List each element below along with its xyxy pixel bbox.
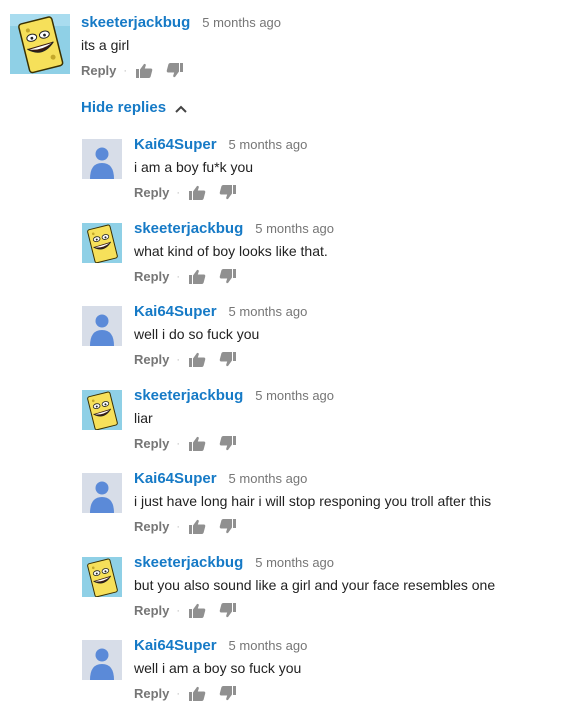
thumbs-down-icon[interactable] xyxy=(219,603,237,618)
comment-text: liar xyxy=(134,410,153,426)
comment-author[interactable]: skeeterjackbug xyxy=(81,14,190,31)
separator: · xyxy=(123,64,128,77)
avatar[interactable] xyxy=(82,139,122,179)
reply-button[interactable]: Reply xyxy=(134,519,169,534)
comment-author[interactable]: Kai64Super xyxy=(134,303,217,320)
hide-replies-button[interactable]: Hide replies xyxy=(81,99,187,116)
reply-comment: skeeterjackbug 5 months ago but you also… xyxy=(82,554,495,618)
top-comment: skeeterjackbug 5 months ago its a girl R… xyxy=(10,14,281,78)
comment-author[interactable]: skeeterjackbug xyxy=(134,220,243,237)
comment-timestamp[interactable]: 5 months ago xyxy=(255,221,334,236)
avatar[interactable] xyxy=(82,390,122,430)
comment-thread: skeeterjackbug 5 months ago its a girl R… xyxy=(0,0,568,709)
thumbs-up-icon[interactable] xyxy=(189,269,206,284)
thumbs-down-icon[interactable] xyxy=(219,185,237,200)
default-avatar-icon xyxy=(82,139,122,179)
comment-text: i am a boy fu*k you xyxy=(134,159,254,175)
comment-timestamp[interactable]: 5 months ago xyxy=(229,304,308,319)
separator: · xyxy=(176,270,181,283)
avatar[interactable] xyxy=(82,223,122,263)
avatar[interactable] xyxy=(82,306,122,346)
reply-button[interactable]: Reply xyxy=(134,185,169,200)
thumbs-up-icon[interactable] xyxy=(136,63,153,78)
reply-comment: skeeterjackbug 5 months ago liar Reply · xyxy=(82,387,334,451)
comment-text: what kind of boy looks like that. xyxy=(134,243,328,259)
thumbs-up-icon[interactable] xyxy=(189,436,206,451)
thumbs-up-icon[interactable] xyxy=(189,185,206,200)
thumbs-up-icon[interactable] xyxy=(189,352,206,367)
separator: · xyxy=(176,687,181,700)
default-avatar-icon xyxy=(82,473,122,513)
reply-button[interactable]: Reply xyxy=(134,436,169,451)
reply-button[interactable]: Reply xyxy=(134,603,169,618)
comment-text: its a girl xyxy=(81,37,130,53)
spongebob-avatar-icon xyxy=(82,223,122,263)
reply-button[interactable]: Reply xyxy=(81,63,116,78)
spongebob-avatar-icon xyxy=(10,14,70,74)
comment-text: i just have long hair i will stop respon… xyxy=(134,493,492,509)
chevron-up-icon xyxy=(175,105,187,113)
separator: · xyxy=(176,353,181,366)
hide-replies-label: Hide replies xyxy=(81,99,167,116)
comment-text: well i am a boy so fuck you xyxy=(134,660,302,676)
separator: · xyxy=(176,186,181,199)
thumbs-up-icon[interactable] xyxy=(189,603,206,618)
default-avatar-icon xyxy=(82,306,122,346)
comment-timestamp[interactable]: 5 months ago xyxy=(229,638,308,653)
comment-timestamp[interactable]: 5 months ago xyxy=(255,555,334,570)
comment-author[interactable]: Kai64Super xyxy=(134,637,217,654)
thumbs-down-icon[interactable] xyxy=(166,63,184,78)
reply-comment: Kai64Super 5 months ago well i do so fuc… xyxy=(82,303,307,367)
comment-author[interactable]: Kai64Super xyxy=(134,470,217,487)
comment-timestamp[interactable]: 5 months ago xyxy=(202,15,281,30)
thumbs-down-icon[interactable] xyxy=(219,269,237,284)
comment-author[interactable]: skeeterjackbug xyxy=(134,554,243,571)
avatar[interactable] xyxy=(82,640,122,680)
comment-timestamp[interactable]: 5 months ago xyxy=(255,388,334,403)
reply-button[interactable]: Reply xyxy=(134,352,169,367)
separator: · xyxy=(176,520,181,533)
reply-button[interactable]: Reply xyxy=(134,269,169,284)
reply-comment: Kai64Super 5 months ago i just have long… xyxy=(82,470,491,534)
avatar[interactable] xyxy=(10,14,70,74)
comment-text: well i do so fuck you xyxy=(134,326,260,342)
comment-text: but you also sound like a girl and your … xyxy=(134,577,496,593)
thumbs-down-icon[interactable] xyxy=(219,352,237,367)
default-avatar-icon xyxy=(82,640,122,680)
comment-author[interactable]: Kai64Super xyxy=(134,136,217,153)
thumbs-down-icon[interactable] xyxy=(219,686,237,701)
thumbs-down-icon[interactable] xyxy=(219,519,237,534)
comment-timestamp[interactable]: 5 months ago xyxy=(229,137,308,152)
separator: · xyxy=(176,437,181,450)
thumbs-down-icon[interactable] xyxy=(219,436,237,451)
comment-author[interactable]: skeeterjackbug xyxy=(134,387,243,404)
thumbs-up-icon[interactable] xyxy=(189,519,206,534)
spongebob-avatar-icon xyxy=(82,557,122,597)
reply-comment: Kai64Super 5 months ago well i am a boy … xyxy=(82,637,307,701)
reply-comment: skeeterjackbug 5 months ago what kind of… xyxy=(82,220,334,284)
spongebob-avatar-icon xyxy=(82,390,122,430)
reply-comment: Kai64Super 5 months ago i am a boy fu*k … xyxy=(82,136,307,200)
separator: · xyxy=(176,604,181,617)
avatar[interactable] xyxy=(82,557,122,597)
thumbs-up-icon[interactable] xyxy=(189,686,206,701)
reply-button[interactable]: Reply xyxy=(134,686,169,701)
avatar[interactable] xyxy=(82,473,122,513)
comment-timestamp[interactable]: 5 months ago xyxy=(229,471,308,486)
